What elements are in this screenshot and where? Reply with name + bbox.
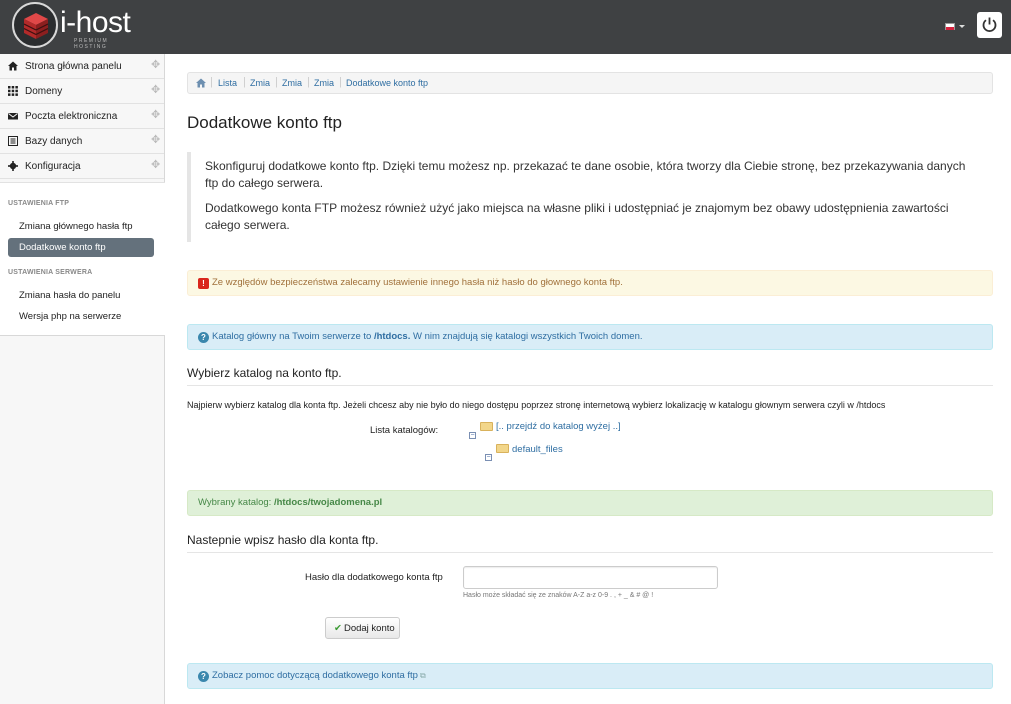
question-icon: ?	[198, 332, 209, 343]
add-account-button[interactable]: ✔ Dodaj konto	[325, 617, 400, 639]
list-icon	[8, 136, 18, 146]
selected-dir-path: /htdocs/twojadomena.pl	[273, 497, 383, 508]
move-icon: ✥	[151, 109, 161, 121]
sidebar-link-main-ftp-password[interactable]: Zmiana głównego hasła ftp	[8, 217, 154, 236]
move-icon: ✥	[151, 159, 161, 171]
breadcrumb-item[interactable]: Zmia	[314, 78, 334, 88]
logout-button[interactable]	[977, 12, 1002, 38]
sidebar-item-databases[interactable]: Bazy danych ✥	[0, 129, 164, 154]
sidebar-item-label: Poczta elektroniczna	[25, 111, 118, 122]
sidebar-item-label: Domeny	[25, 86, 63, 97]
breadcrumb-separator: |	[210, 76, 213, 88]
selected-dir-label: Wybrany katalog:	[198, 497, 274, 508]
sidebar-link-extra-ftp-account[interactable]: Dodatkowe konto ftp	[8, 238, 154, 257]
breadcrumb-item[interactable]: Lista	[218, 78, 237, 88]
breadcrumb-item[interactable]: Zmia	[250, 78, 270, 88]
selected-dir-alert: Wybrany katalog: /htdocs/twojadomena.pl	[187, 490, 993, 516]
password-label: Hasło dla dodatkowego konta ftp	[305, 572, 443, 583]
info-text: Katalog główny na Twoim serwerze to	[212, 331, 374, 342]
breadcrumb-item[interactable]: Zmia	[282, 78, 302, 88]
chevron-down-icon	[959, 25, 965, 28]
collapse-icon[interactable]: −	[485, 454, 492, 461]
intro-paragraph: Skonfiguruj dodatkowe konto ftp. Dzięki …	[205, 159, 966, 190]
sidebar-subnav: USTAWIENIA FTP Zmiana głównego hasła ftp…	[0, 182, 165, 336]
grid-icon	[8, 86, 18, 96]
intro-blockquote: Skonfiguruj dodatkowe konto ftp. Dzięki …	[187, 152, 993, 242]
sidebar-item-label: Konfiguracja	[25, 161, 81, 172]
info-text-suffix: W nim znajdują się katalogi wszystkich T…	[410, 331, 643, 342]
sidebar-item-label: Strona główna panelu	[25, 61, 122, 72]
move-icon: ✥	[151, 84, 161, 96]
security-warning-alert: ! Ze względów bezpieczeństwa zalecamy ust…	[187, 270, 993, 296]
breadcrumb-separator: |	[243, 76, 246, 88]
sidebar-item-domains[interactable]: Domeny ✥	[0, 79, 164, 104]
sidebar: Strona główna panelu ✥ Domeny ✥ Poczta e…	[0, 54, 165, 704]
section-heading-password: Nastepnie wpisz hasło dla konta ftp.	[187, 533, 993, 553]
external-link-icon: ⧉	[419, 671, 426, 680]
breadcrumb-separator: |	[339, 76, 342, 88]
move-icon: ✥	[151, 59, 161, 71]
sidebar-item-home[interactable]: Strona główna panelu ✥	[0, 54, 164, 79]
password-field[interactable]	[463, 566, 718, 589]
brand-tagline: PREMIUM HOSTING	[74, 38, 109, 50]
collapse-icon[interactable]: −	[469, 432, 476, 439]
breadcrumb-separator: |	[275, 76, 278, 88]
home-icon[interactable]	[196, 78, 206, 88]
section-heading-choose-dir: Wybierz katalog na konto ftp.	[187, 366, 993, 386]
check-icon: ✔	[334, 623, 342, 634]
move-icon: ✥	[151, 134, 161, 146]
question-icon: ?	[198, 671, 209, 682]
warning-text: Ze względów bezpieczeństwa zalecamy usta…	[212, 277, 623, 288]
flag-pl-icon	[945, 23, 955, 30]
sidebar-item-label: Bazy danych	[25, 136, 83, 147]
intro-paragraph: Dodatkowego konta FTP możesz również uży…	[205, 201, 949, 232]
root-path: /htdocs.	[373, 331, 411, 342]
sidebar-link-panel-password[interactable]: Zmiana hasła do panelu	[8, 286, 154, 305]
help-link[interactable]: Zobacz pomoc dotyczącą dodatkowego konta…	[212, 670, 418, 681]
exclamation-icon: !	[198, 278, 209, 289]
top-bar: i-host PREMIUM HOSTING	[0, 0, 1011, 54]
folder-icon	[480, 422, 493, 431]
brand-name: i-host	[60, 6, 131, 39]
breadcrumb: | Lista | Zmia | Zmia | Zmia | Dodatkowe…	[187, 72, 993, 94]
directory-list-label: Lista katalogów:	[370, 425, 439, 436]
envelope-icon	[8, 113, 18, 120]
breadcrumb-current: Dodatkowe konto ftp	[346, 78, 429, 88]
sidebar-item-configuration[interactable]: Konfiguracja ✥	[0, 154, 164, 179]
logo[interactable]: i-host PREMIUM HOSTING	[12, 2, 132, 52]
home-icon	[8, 61, 18, 71]
sidebar-link-php-version[interactable]: Wersja php na serwerze	[8, 307, 154, 326]
power-icon	[982, 17, 997, 32]
gear-icon	[8, 161, 18, 171]
logo-cube-icon	[12, 2, 58, 48]
tree-item-parent-dir[interactable]: [.. przejdź do katalog wyżej ..]	[496, 421, 621, 432]
folder-icon	[496, 444, 509, 453]
language-selector[interactable]	[945, 20, 967, 34]
section-heading-ftp: USTAWIENIA FTP	[8, 200, 70, 207]
tree-item-default-files[interactable]: default_files	[512, 444, 563, 455]
password-hint: Hasło może składać się ze znaków A-Z a-z…	[463, 592, 654, 599]
breadcrumb-separator: |	[307, 76, 310, 88]
sidebar-item-email[interactable]: Poczta elektroniczna ✥	[0, 104, 164, 129]
root-dir-info-alert: ? Katalog główny na Twoim serwerze to /ht…	[187, 324, 993, 350]
page-title: Dodatkowe konto ftp	[187, 113, 342, 132]
section-heading-server: USTAWIENIA SERWERA	[8, 269, 93, 276]
add-account-label: Dodaj konto	[343, 623, 395, 634]
help-alert: ? Zobacz pomoc dotyczącą dodatkowego kont…	[187, 663, 993, 689]
choose-dir-description: Najpierw wybierz katalog dla konta ftp. …	[187, 400, 886, 410]
